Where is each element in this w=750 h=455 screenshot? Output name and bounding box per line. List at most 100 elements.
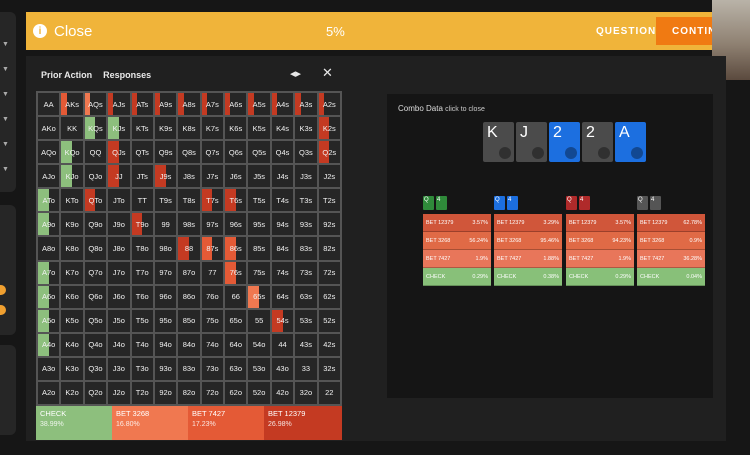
hand-cell[interactable]: AQs xyxy=(83,92,108,117)
hand-cell[interactable]: K5s xyxy=(247,116,271,141)
summary-action[interactable]: BET 12379 26.98% xyxy=(264,406,342,440)
hand-cell[interactable]: 96s xyxy=(224,212,248,237)
hand-cell[interactable]: J8o xyxy=(107,236,131,261)
hand-cell[interactable]: T6o xyxy=(130,284,154,309)
hand-cell[interactable]: T2o xyxy=(130,380,154,405)
hand-cell[interactable]: 87o xyxy=(177,260,201,285)
hand-cell[interactable]: 83o xyxy=(177,356,201,381)
hand-cell[interactable]: 73o xyxy=(200,356,225,381)
hand-cell[interactable]: J6s xyxy=(224,164,248,189)
hand-cell[interactable]: QJs xyxy=(107,140,131,165)
hand-cell[interactable]: QTs xyxy=(130,140,154,165)
hand-cell[interactable]: 85o xyxy=(177,308,201,333)
hand-cell[interactable]: 99 xyxy=(153,212,178,237)
hand-cell[interactable]: K9s xyxy=(153,116,178,141)
hand-cell[interactable]: K6s xyxy=(224,116,248,141)
hand-cell[interactable]: K7o xyxy=(60,260,84,285)
hand-cell[interactable]: 53s xyxy=(294,308,318,333)
hand-cell[interactable]: KJo xyxy=(60,164,84,189)
prior-action-tab[interactable]: Prior Action xyxy=(41,70,92,80)
hand-cell[interactable]: KK xyxy=(60,116,84,141)
hand-cell[interactable]: Q5o xyxy=(83,308,108,333)
hand-cell[interactable]: A8o xyxy=(37,236,61,261)
hand-cell[interactable]: A3o xyxy=(37,356,61,381)
hand-cell[interactable]: T7s xyxy=(200,188,225,213)
summary-action[interactable]: BET 3268 16.80% xyxy=(112,406,188,440)
hand-cell[interactable]: A4o xyxy=(37,332,61,357)
hand-cell[interactable]: J3s xyxy=(294,164,318,189)
hand-cell[interactable]: 87s xyxy=(200,236,225,261)
hand-cell[interactable]: 84s xyxy=(270,236,295,261)
hand-cell[interactable]: J6o xyxy=(107,284,131,309)
hand-cell[interactable]: 97o xyxy=(153,260,178,285)
hand-cell[interactable]: 62o xyxy=(224,380,248,405)
hand-cell[interactable]: A7s xyxy=(200,92,225,117)
hand-cell[interactable]: KQo xyxy=(60,140,84,165)
hand-cell[interactable]: 84o xyxy=(177,332,201,357)
hand-cell[interactable]: A2s xyxy=(317,92,341,117)
hand-cell[interactable]: 77 xyxy=(200,260,225,285)
hand-cell[interactable]: J2s xyxy=(317,164,341,189)
hand-cell[interactable]: ATs xyxy=(130,92,154,117)
hand-cell[interactable]: Q8s xyxy=(177,140,201,165)
hand-cell[interactable]: T6s xyxy=(224,188,248,213)
hand-cell[interactable]: 55 xyxy=(247,308,271,333)
hand-cell[interactable]: Q2o xyxy=(83,380,108,405)
hand-cell[interactable]: AKo xyxy=(37,116,61,141)
hand-cell[interactable]: 74o xyxy=(200,332,225,357)
chevron-down-icon[interactable]: ▼ xyxy=(2,66,10,73)
hand-cell[interactable]: ATo xyxy=(37,188,61,213)
hand-cell[interactable]: A9s xyxy=(153,92,178,117)
hand-cell[interactable]: 76s xyxy=(224,260,248,285)
hand-cell[interactable]: A9o xyxy=(37,212,61,237)
hand-cell[interactable]: J3o xyxy=(107,356,131,381)
hand-cell[interactable]: AKs xyxy=(60,92,84,117)
hand-cell[interactable]: KJs xyxy=(107,116,131,141)
close-icon[interactable]: ✕ xyxy=(322,65,333,81)
hand-cell[interactable]: K3o xyxy=(60,356,84,381)
hand-cell[interactable]: K8o xyxy=(60,236,84,261)
question-button[interactable]: QUESTION xyxy=(596,26,656,37)
hand-cell[interactable]: 53o xyxy=(247,356,271,381)
hand-cell[interactable]: T2s xyxy=(317,188,341,213)
hand-cell[interactable]: Q4o xyxy=(83,332,108,357)
hand-cell[interactable]: A5o xyxy=(37,308,61,333)
hand-cell[interactable]: KTs xyxy=(130,116,154,141)
hand-cell[interactable]: 75o xyxy=(200,308,225,333)
hand-cell[interactable]: 32s xyxy=(317,356,341,381)
hand-cell[interactable]: 42s xyxy=(317,332,341,357)
hand-cell[interactable]: T9s xyxy=(153,188,178,213)
hand-cell[interactable]: 85s xyxy=(247,236,271,261)
hand-cell[interactable]: J7s xyxy=(200,164,225,189)
hand-cell[interactable]: K7s xyxy=(200,116,225,141)
hand-cell[interactable]: K4s xyxy=(270,116,295,141)
hand-cell[interactable]: K2o xyxy=(60,380,84,405)
hand-cell[interactable]: K4o xyxy=(60,332,84,357)
hand-cell[interactable]: 43o xyxy=(270,356,295,381)
hand-cell[interactable]: 98s xyxy=(177,212,201,237)
hand-cell[interactable]: 98o xyxy=(153,236,178,261)
hand-cell[interactable]: J2o xyxy=(107,380,131,405)
hand-cell[interactable]: QQ xyxy=(83,140,108,165)
hand-cell[interactable]: J7o xyxy=(107,260,131,285)
hand-cell[interactable]: Q8o xyxy=(83,236,108,261)
hand-cell[interactable]: T8o xyxy=(130,236,154,261)
hand-cell[interactable]: 65s xyxy=(247,284,271,309)
hand-cell[interactable]: 32o xyxy=(294,380,318,405)
hand-cell[interactable]: A8s xyxy=(177,92,201,117)
hand-cell[interactable]: KQs xyxy=(83,116,108,141)
hand-cell[interactable]: 66 xyxy=(224,284,248,309)
hand-cell[interactable]: 94s xyxy=(270,212,295,237)
hand-cell[interactable]: TT xyxy=(130,188,154,213)
hand-cell[interactable]: J5s xyxy=(247,164,271,189)
hand-cell[interactable]: T5o xyxy=(130,308,154,333)
chevron-down-icon[interactable]: ▼ xyxy=(2,41,10,48)
hand-cell[interactable]: A6o xyxy=(37,284,61,309)
hand-cell[interactable]: 42o xyxy=(270,380,295,405)
hand-cell[interactable]: T8s xyxy=(177,188,201,213)
summary-action[interactable]: BET 7427 17.23% xyxy=(188,406,264,440)
hand-cell[interactable]: 63s xyxy=(294,284,318,309)
hand-cell[interactable]: 95s xyxy=(247,212,271,237)
hand-cell[interactable]: 93s xyxy=(294,212,318,237)
chevron-down-icon[interactable]: ▼ xyxy=(2,166,10,173)
